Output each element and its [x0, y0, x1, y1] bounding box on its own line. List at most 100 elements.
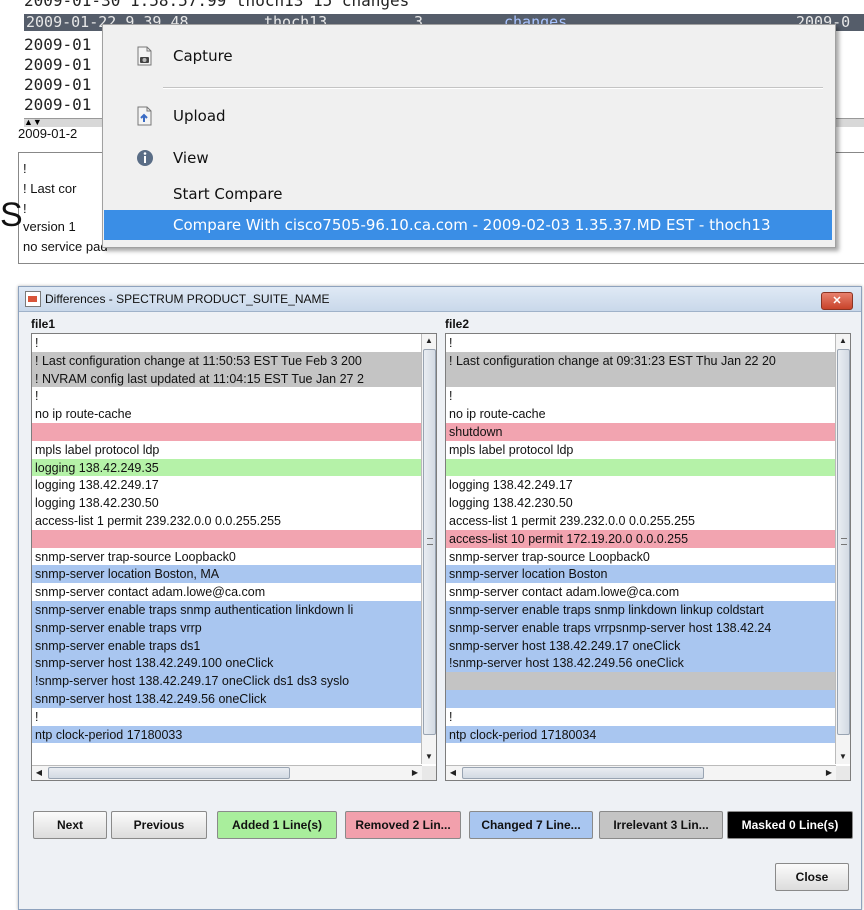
file2-hscroll[interactable]: ◀ ▶: [446, 765, 836, 780]
java-app-icon: [25, 291, 41, 307]
scroll-up-icon[interactable]: ▲: [836, 334, 850, 348]
menu-item-start-compare[interactable]: Start Compare: [103, 179, 835, 209]
diff-line: snmp-server location Boston: [446, 565, 838, 584]
scroll-left-icon[interactable]: ◀: [32, 766, 46, 780]
capture-icon: [137, 46, 152, 66]
context-menu: Capture Upload View Start Compare Compar…: [102, 24, 836, 248]
diff-line: !: [446, 387, 838, 406]
scroll-right-icon[interactable]: ▶: [408, 766, 422, 780]
diff-line: !: [32, 707, 424, 726]
menu-item-label: Compare With cisco7505-96.10.ca.com - 20…: [173, 216, 771, 234]
dialog-title-bar[interactable]: Differences - SPECTRUM PRODUCT_SUITE_NAM…: [19, 287, 861, 312]
diff-line: access-list 1 permit 239.232.0.0 0.0.255…: [446, 511, 838, 530]
diff-line: logging 138.42.249.35: [32, 458, 424, 477]
config-line: !: [23, 201, 27, 216]
file2-label: file2: [445, 317, 470, 331]
diff-line: snmp-server enable traps snmp linkdown l…: [446, 600, 838, 619]
history-row-partial[interactable]: 2009-01-30 1.58.57.99 thoch13 15 changes: [24, 0, 409, 10]
diff-line: mpls label protocol ldp: [32, 440, 424, 459]
diff-line: snmp-server enable traps vrrp: [32, 618, 424, 637]
removed-lines-button[interactable]: Removed 2 Lin...: [345, 811, 461, 839]
scroll-arrows-icon: ▲▼: [24, 117, 42, 127]
next-button[interactable]: Next: [33, 811, 107, 839]
scroll-right-icon[interactable]: ▶: [822, 766, 836, 780]
diff-line: [32, 529, 424, 548]
diff-line: snmp-server contact adam.lowe@ca.com: [32, 583, 424, 601]
diff-line: snmp-server host 138.42.249.100 oneClick: [32, 654, 424, 673]
diff-line: snmp-server enable traps snmp authentica…: [32, 600, 424, 619]
diff-line: shutdown: [446, 422, 838, 441]
menu-item-view[interactable]: View: [103, 143, 835, 173]
config-line: !: [23, 161, 27, 176]
diff-line: logging 138.42.230.50: [446, 494, 838, 512]
dialog-title: Differences - SPECTRUM PRODUCT_SUITE_NAM…: [45, 292, 330, 306]
menu-item-capture[interactable]: Capture: [103, 41, 835, 71]
diff-line: snmp-server enable traps ds1: [32, 636, 424, 655]
menu-item-label: Upload: [173, 107, 226, 125]
file1-vscroll[interactable]: ▲ ▼: [421, 334, 436, 764]
diff-line: ! Last configuration change at 09:31:23 …: [446, 351, 838, 370]
scroll-thumb[interactable]: [462, 767, 704, 779]
diff-line: snmp-server contact adam.lowe@ca.com: [446, 583, 838, 601]
config-line: ! Last cor: [23, 181, 77, 196]
diff-line: mpls label protocol ldp: [446, 440, 838, 459]
file1-label: file1: [31, 317, 56, 331]
diff-line: [446, 689, 838, 708]
changed-lines-button[interactable]: Changed 7 Line...: [469, 811, 593, 839]
diff-line: [446, 458, 838, 477]
file1-pane[interactable]: ! ! Last configuration change at 11:50:53…: [31, 333, 437, 781]
diff-line: logging 138.42.230.50: [32, 494, 424, 512]
diff-line: snmp-server enable traps vrrpsnmp-server…: [446, 618, 838, 637]
diff-line: !: [446, 334, 838, 352]
diff-line: ntp clock-period 17180033: [32, 725, 424, 744]
menu-item-compare-with[interactable]: Compare With cisco7505-96.10.ca.com - 20…: [104, 210, 832, 240]
upload-icon: [137, 106, 152, 126]
diff-line: ! NVRAM config last updated at 11:04:15 …: [32, 369, 424, 388]
diff-line: snmp-server location Boston, MA: [32, 565, 424, 584]
menu-item-label: Start Compare: [173, 185, 283, 203]
previous-button[interactable]: Previous: [111, 811, 207, 839]
differences-dialog: Differences - SPECTRUM PRODUCT_SUITE_NAM…: [18, 286, 862, 910]
scroll-down-icon[interactable]: ▼: [422, 750, 436, 764]
diff-line: ! Last configuration change at 11:50:53 …: [32, 351, 424, 370]
menu-item-label: Capture: [173, 47, 233, 65]
history-row[interactable]: 2009-01: [24, 76, 91, 94]
diff-line: [446, 369, 838, 388]
file1-lines: ! ! Last configuration change at 11:50:53…: [32, 334, 424, 762]
history-row[interactable]: 2009-01: [24, 36, 91, 54]
diff-line: access-list 10 permit 172.19.20.0 0.0.0.…: [446, 529, 838, 548]
scroll-up-icon[interactable]: ▲: [422, 334, 436, 348]
diff-line: snmp-server trap-source Loopback0: [32, 547, 424, 566]
scroll-left-icon[interactable]: ◀: [446, 766, 460, 780]
diff-line: snmp-server host 138.42.249.56 oneClick: [32, 689, 424, 708]
irrelevant-lines-button[interactable]: Irrelevant 3 Lin...: [599, 811, 723, 839]
history-row-partial-text: 2009-01-30 1.58.57.99 thoch13 15 changes: [24, 0, 410, 10]
diff-line: ntp clock-period 17180034: [446, 725, 838, 744]
diff-line: [446, 672, 838, 690]
history-row[interactable]: 2009-01: [24, 56, 91, 74]
diff-line: snmp-server host 138.42.249.17 oneClick: [446, 636, 838, 655]
history-row[interactable]: 2009-01: [24, 96, 91, 114]
scroll-corner: [422, 766, 436, 780]
menu-item-label: View: [173, 149, 209, 167]
diff-line: !: [446, 707, 838, 726]
info-icon: [137, 150, 153, 166]
added-lines-button[interactable]: Added 1 Line(s): [217, 811, 337, 839]
diff-line: !: [32, 387, 424, 406]
diff-line: snmp-server trap-source Loopback0: [446, 547, 838, 566]
file2-lines: !! Last configuration change at 09:31:23…: [446, 334, 838, 762]
diff-line: logging 138.42.249.17: [32, 476, 424, 495]
file2-vscroll[interactable]: ▲ ▼: [835, 334, 850, 764]
close-button[interactable]: Close: [775, 863, 849, 891]
file2-pane[interactable]: !! Last configuration change at 09:31:23…: [445, 333, 851, 781]
scroll-down-icon[interactable]: ▼: [836, 750, 850, 764]
masked-lines-button[interactable]: Masked 0 Line(s): [727, 811, 853, 839]
scroll-thumb[interactable]: [837, 349, 850, 735]
menu-item-upload[interactable]: Upload: [103, 101, 835, 131]
scroll-thumb[interactable]: [48, 767, 290, 779]
file1-hscroll[interactable]: ◀ ▶: [32, 765, 422, 780]
diff-line: !snmp-server host 138.42.249.56 oneClick: [446, 654, 838, 673]
close-window-icon[interactable]: ✕: [821, 292, 853, 310]
scroll-thumb[interactable]: [423, 349, 436, 735]
config-line: version 1: [23, 219, 76, 234]
